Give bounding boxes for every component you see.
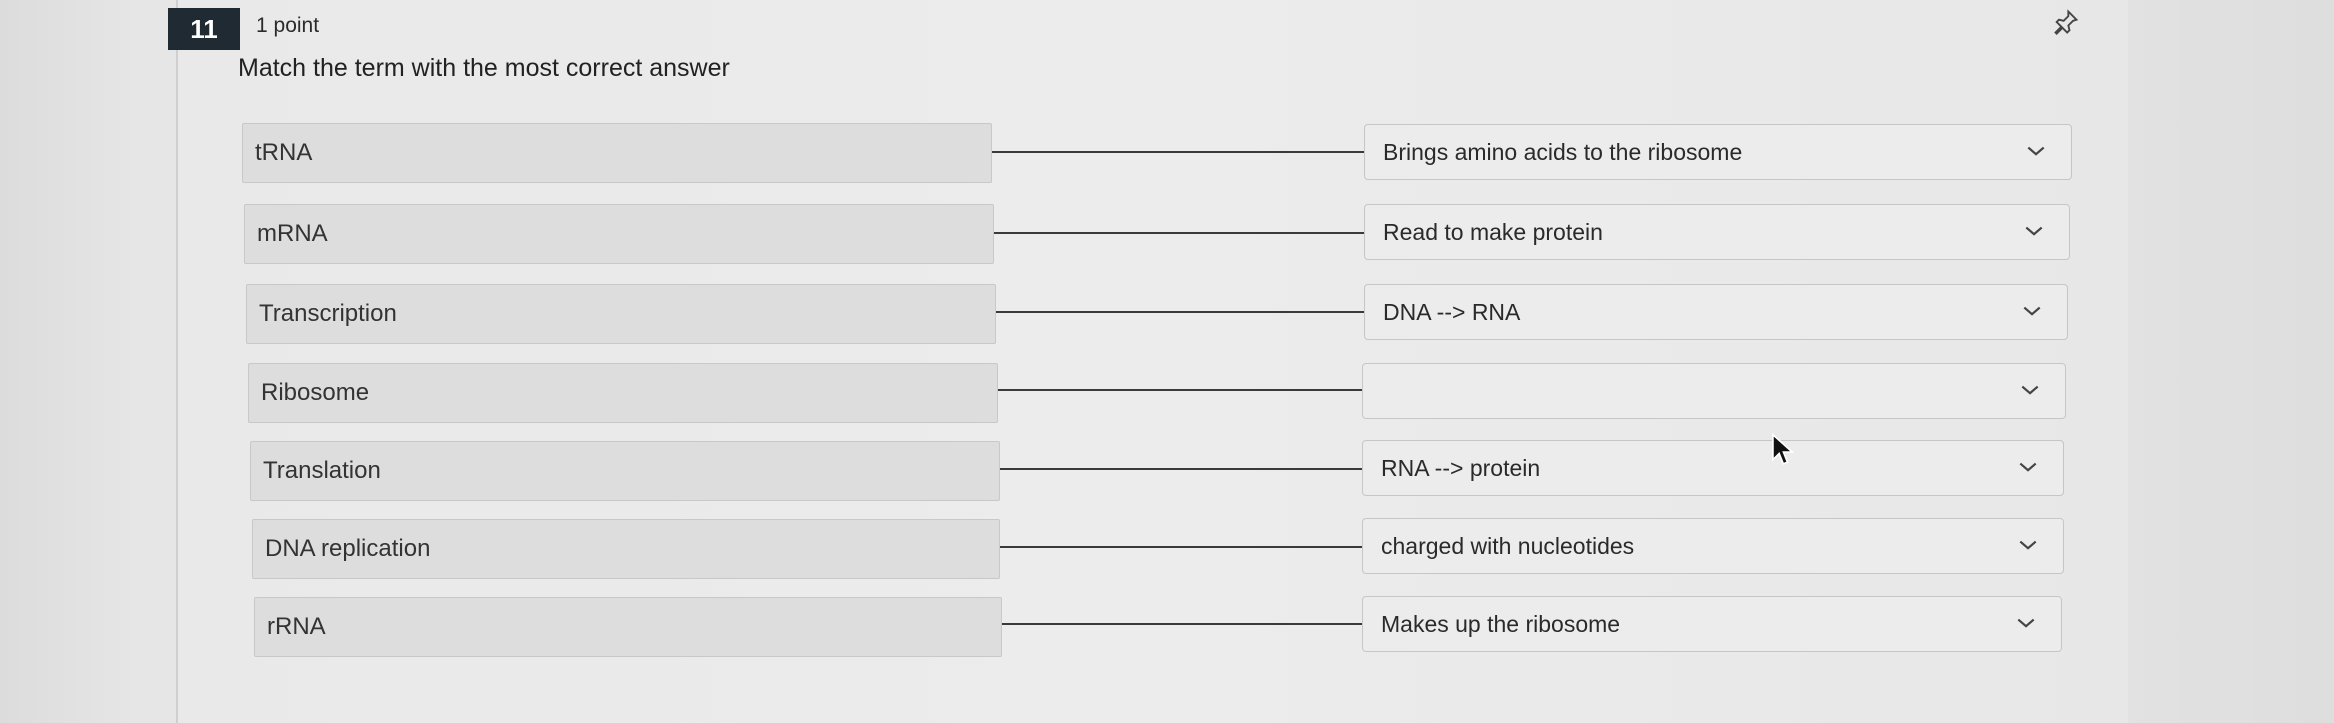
answer-select[interactable]: Brings amino acids to the ribosome (1364, 124, 2072, 180)
pin-icon[interactable] (2052, 8, 2080, 43)
chevron-down-icon (2019, 540, 2037, 550)
connector-line (1000, 468, 1362, 470)
chevron-down-icon (2025, 226, 2043, 236)
connector-line (1000, 546, 1362, 548)
term-item: Transcription (246, 284, 996, 344)
term-item: DNA replication (252, 519, 1000, 579)
chevron-down-icon (2021, 385, 2039, 395)
answer-select[interactable]: charged with nucleotides (1362, 518, 2064, 574)
answer-select-value: Makes up the ribosome (1381, 610, 1621, 637)
answer-select-value: DNA --> RNA (1383, 298, 1521, 325)
connector-line (994, 232, 1364, 234)
answer-select-value: RNA --> protein (1381, 454, 1541, 481)
connector-line (998, 389, 1362, 391)
term-item: Translation (250, 441, 1000, 501)
answer-select[interactable]: Makes up the ribosome (1362, 596, 2062, 652)
question-number: 11 (168, 8, 240, 50)
question-prompt: Match the term with the most correct ans… (238, 54, 730, 82)
chevron-down-icon (2017, 618, 2035, 628)
term-item: rRNA (254, 597, 1002, 657)
answer-select[interactable]: Read to make protein (1364, 204, 2070, 260)
answer-select-value: Read to make protein (1383, 218, 1603, 245)
term-item: mRNA (244, 204, 994, 264)
connector-line (1002, 623, 1362, 625)
chevron-down-icon (2027, 146, 2045, 156)
connector-line (996, 311, 1364, 313)
answer-select-value: charged with nucleotides (1381, 532, 1635, 559)
question-points: 1 point (256, 14, 320, 37)
answer-select[interactable] (1362, 363, 2066, 419)
connector-line (992, 151, 1364, 153)
term-item: tRNA (242, 123, 992, 183)
term-item: Ribosome (248, 363, 998, 423)
chevron-down-icon (2023, 306, 2041, 316)
mouse-pointer-icon (1770, 432, 1798, 473)
chevron-down-icon (2019, 462, 2037, 472)
answer-select-value: Brings amino acids to the ribosome (1383, 138, 1743, 165)
answer-select[interactable]: DNA --> RNA (1364, 284, 2068, 340)
answer-select[interactable]: RNA --> protein (1362, 440, 2064, 496)
